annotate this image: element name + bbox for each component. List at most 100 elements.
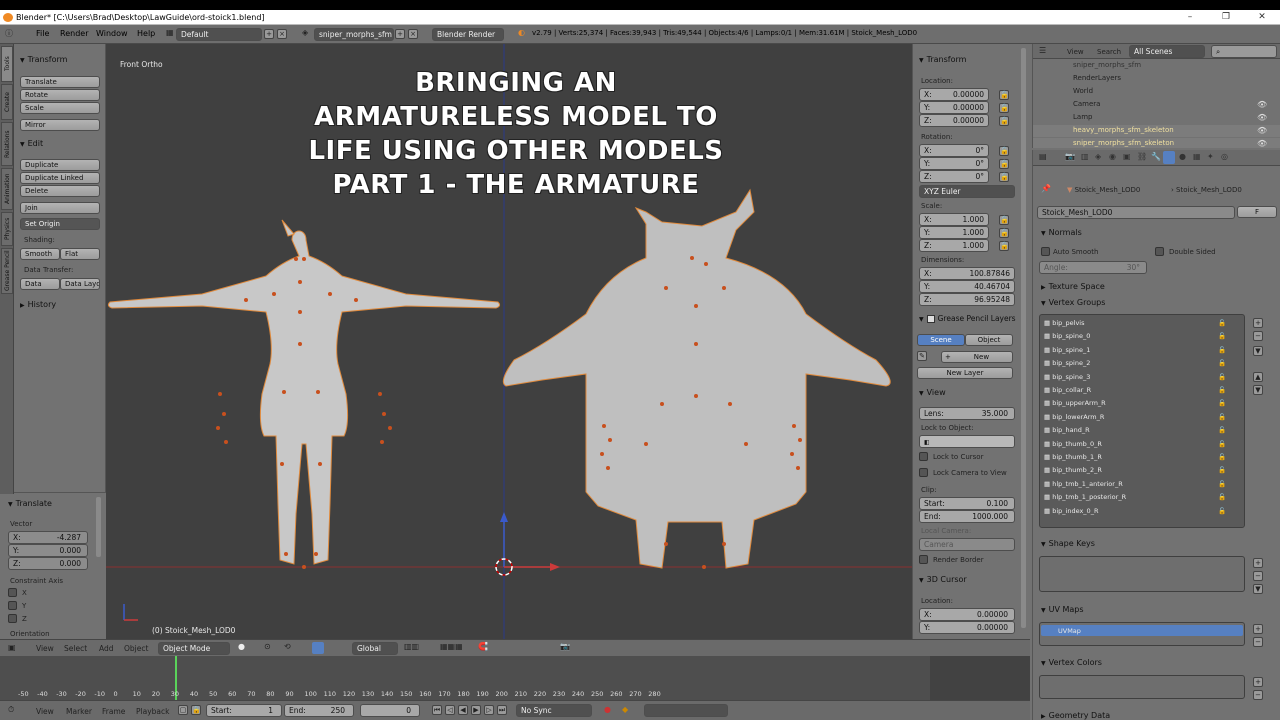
tab-create[interactable]: Create <box>1 84 13 120</box>
lock-icon[interactable]: 🔓 <box>1218 413 1226 421</box>
scale-button[interactable]: Scale <box>20 102 100 114</box>
vertex-group-row[interactable]: ▦ bip_hand_R 🔓 <box>1044 426 1226 434</box>
texture-tab-icon[interactable]: ▦ <box>1193 152 1201 161</box>
visibility-eye-icon[interactable]: 👁 <box>1257 139 1267 148</box>
lock-rotation-y-icon[interactable]: 🔓 <box>999 159 1009 169</box>
pencil-icon[interactable]: ✎ <box>917 351 927 361</box>
mirror-button[interactable]: Mirror <box>20 119 100 131</box>
lock-icon[interactable]: 🔓 <box>1218 493 1226 501</box>
lock-icon[interactable]: 🔓 <box>1218 440 1226 448</box>
uv-maps-list[interactable]: UVMap <box>1039 622 1245 646</box>
npanel-scrollbar[interactable] <box>1021 48 1026 628</box>
lock-camera-checkbox[interactable] <box>919 468 928 477</box>
outliner-search-input[interactable]: ⌕ <box>1211 45 1277 58</box>
tab-tools[interactable]: Tools <box>1 46 13 82</box>
lock-icon[interactable]: 🔓 <box>1218 399 1226 407</box>
tab-animation[interactable]: Animation <box>1 168 13 210</box>
timeline-frame-menu[interactable]: Frame <box>102 707 125 716</box>
translate-manipulator-icon[interactable] <box>312 642 324 654</box>
lock-location-z-icon[interactable]: 🔓 <box>999 116 1009 126</box>
vertex-colors-list[interactable] <box>1039 675 1245 699</box>
outliner-display-select[interactable]: All Scenes <box>1129 45 1205 58</box>
geometry-data-header[interactable]: ▶ Geometry Data <box>1041 711 1110 720</box>
auto-smooth-checkbox[interactable] <box>1041 247 1050 256</box>
smooth-button[interactable]: Smooth <box>20 248 60 260</box>
remove-vertex-color-button[interactable]: − <box>1253 690 1263 700</box>
lock-icon[interactable]: 🔓 <box>1218 319 1226 327</box>
visibility-eye-icon[interactable]: 👁 <box>1257 113 1267 122</box>
lock-scale-z-icon[interactable]: 🔓 <box>999 241 1009 251</box>
shape-keys-header[interactable]: ▼ Shape Keys <box>1041 539 1095 548</box>
move-up-button[interactable]: ▲ <box>1253 372 1263 382</box>
lock-icon[interactable]: 🔓 <box>1218 426 1226 434</box>
grease-pencil-header[interactable]: ▼ Grease Pencil Layers <box>919 314 1016 323</box>
mesh-name-field[interactable]: Stoick_Mesh_LOD0 <box>1037 206 1235 219</box>
physics-tab-icon[interactable]: ◎ <box>1221 152 1228 161</box>
vertex-group-row[interactable]: ▦ bip_spine_3 🔓 <box>1044 373 1226 381</box>
lock-location-x-icon[interactable]: 🔓 <box>999 90 1009 100</box>
pivot-icon[interactable]: ⊙ <box>264 642 271 651</box>
vector-x-field[interactable]: X: -4.287 <box>8 531 88 544</box>
uv-maps-header[interactable]: ▼ UV Maps <box>1041 605 1084 614</box>
add-layout-button[interactable]: + <box>264 29 274 39</box>
lock-icon[interactable]: 🔓 <box>1218 480 1226 488</box>
set-origin-select[interactable]: Set Origin <box>20 218 100 230</box>
lock-rotation-z-icon[interactable]: 🔓 <box>999 172 1009 182</box>
keying-set-field[interactable] <box>644 704 728 717</box>
particles-tab-icon[interactable]: ✦ <box>1207 152 1214 161</box>
outliner-row-renderlayers[interactable]: RenderLayers <box>1073 74 1121 82</box>
outliner-editor-icon[interactable]: ☰ <box>1039 46 1046 55</box>
tab-relations[interactable]: Relations <box>1 122 13 166</box>
breadcrumb-object[interactable]: ▼ Stoick_Mesh_LOD0 <box>1067 186 1140 194</box>
fake-user-button[interactable]: F <box>1237 206 1277 218</box>
grease-scene-tab[interactable]: Scene <box>917 334 965 346</box>
lock-rotation-x-icon[interactable]: 🔓 <box>999 146 1009 156</box>
menu-window[interactable]: Window <box>96 29 128 38</box>
current-frame-field[interactable]: 0 <box>360 704 420 717</box>
interaction-mode-select[interactable]: Object Mode <box>158 642 230 655</box>
remove-layout-button[interactable]: × <box>277 29 287 39</box>
object-menu[interactable]: Object <box>124 644 148 653</box>
snap-icon[interactable]: 🧲 <box>478 642 488 651</box>
render-border-checkbox[interactable] <box>919 555 928 564</box>
lock-icon[interactable]: 🔓 <box>1218 386 1226 394</box>
view-menu[interactable]: View <box>36 644 54 653</box>
3d-cursor-header[interactable]: ▼ 3D Cursor <box>919 575 967 584</box>
vertex-group-row[interactable]: ▦ hlp_tmb_1_posterior_R 🔓 <box>1044 493 1226 501</box>
rotation-y-field[interactable]: Y: 0° <box>919 157 989 170</box>
local-camera-field[interactable]: Camera <box>919 538 1015 551</box>
3d-editor-type-icon[interactable]: ▣ <box>8 643 16 652</box>
frame-end-field[interactable]: End: 250 <box>284 704 354 717</box>
minimize-button[interactable]: – <box>1172 10 1208 25</box>
timeline[interactable]: -50 -40 -30 -20 -10 0 10 20 30 40 50 60 70 80 90 100 110… <box>0 656 1030 700</box>
scene-select[interactable]: sniper_morphs_sfm <box>314 28 394 41</box>
translate-button[interactable]: Translate <box>20 76 100 88</box>
duplicate-button[interactable]: Duplicate <box>20 159 100 171</box>
vertex-group-row[interactable]: ▦ bip_thumb_0_R 🔓 <box>1044 440 1226 448</box>
new-grease-button[interactable]: + New <box>941 351 1013 363</box>
constraint-z-checkbox[interactable] <box>8 614 17 623</box>
dimensions-y-field[interactable]: Y: 40.46704 <box>919 280 1015 293</box>
lock-icon[interactable]: 🔓 <box>1218 359 1226 367</box>
manipulator-icon[interactable]: ⟲ <box>284 642 291 651</box>
location-z-field[interactable]: Z: 0.00000 <box>919 114 989 127</box>
data-layout-button[interactable]: Data Layo <box>60 278 100 290</box>
menu-help[interactable]: Help <box>137 29 155 38</box>
maximize-button[interactable]: ❐ <box>1208 10 1244 25</box>
prev-key-button[interactable]: ◁ <box>445 705 455 715</box>
flat-button[interactable]: Flat <box>60 248 100 260</box>
move-down-button[interactable]: ▼ <box>1253 385 1263 395</box>
vertex-groups-list[interactable]: ▦ bip_pelvis 🔓 ▦ bip_spine_0 🔓 ▦ bip_spine_1… <box>1039 314 1245 528</box>
outliner-row-camera[interactable]: Camera <box>1073 100 1100 108</box>
n-transform-header[interactable]: ▼ Transform <box>919 55 966 64</box>
properties-editor-icon[interactable]: ▤ <box>1039 152 1047 161</box>
next-key-button[interactable]: ▷ <box>484 705 494 715</box>
location-x-field[interactable]: X: 0.00000 <box>919 88 989 101</box>
visibility-eye-icon[interactable]: 👁 <box>1257 100 1267 109</box>
angle-field[interactable]: Angle: 30° <box>1039 261 1147 274</box>
3d-viewport[interactable]: Front Ortho BRINGING AN ARMATURELESS MOD… <box>106 44 912 639</box>
dimensions-z-field[interactable]: Z: 96.95248 <box>919 293 1015 306</box>
remove-vertex-group-button[interactable]: − <box>1253 331 1263 341</box>
editor-type-icon[interactable]: ⓘ <box>5 28 13 39</box>
view-panel-header[interactable]: ▼ View <box>919 388 946 397</box>
